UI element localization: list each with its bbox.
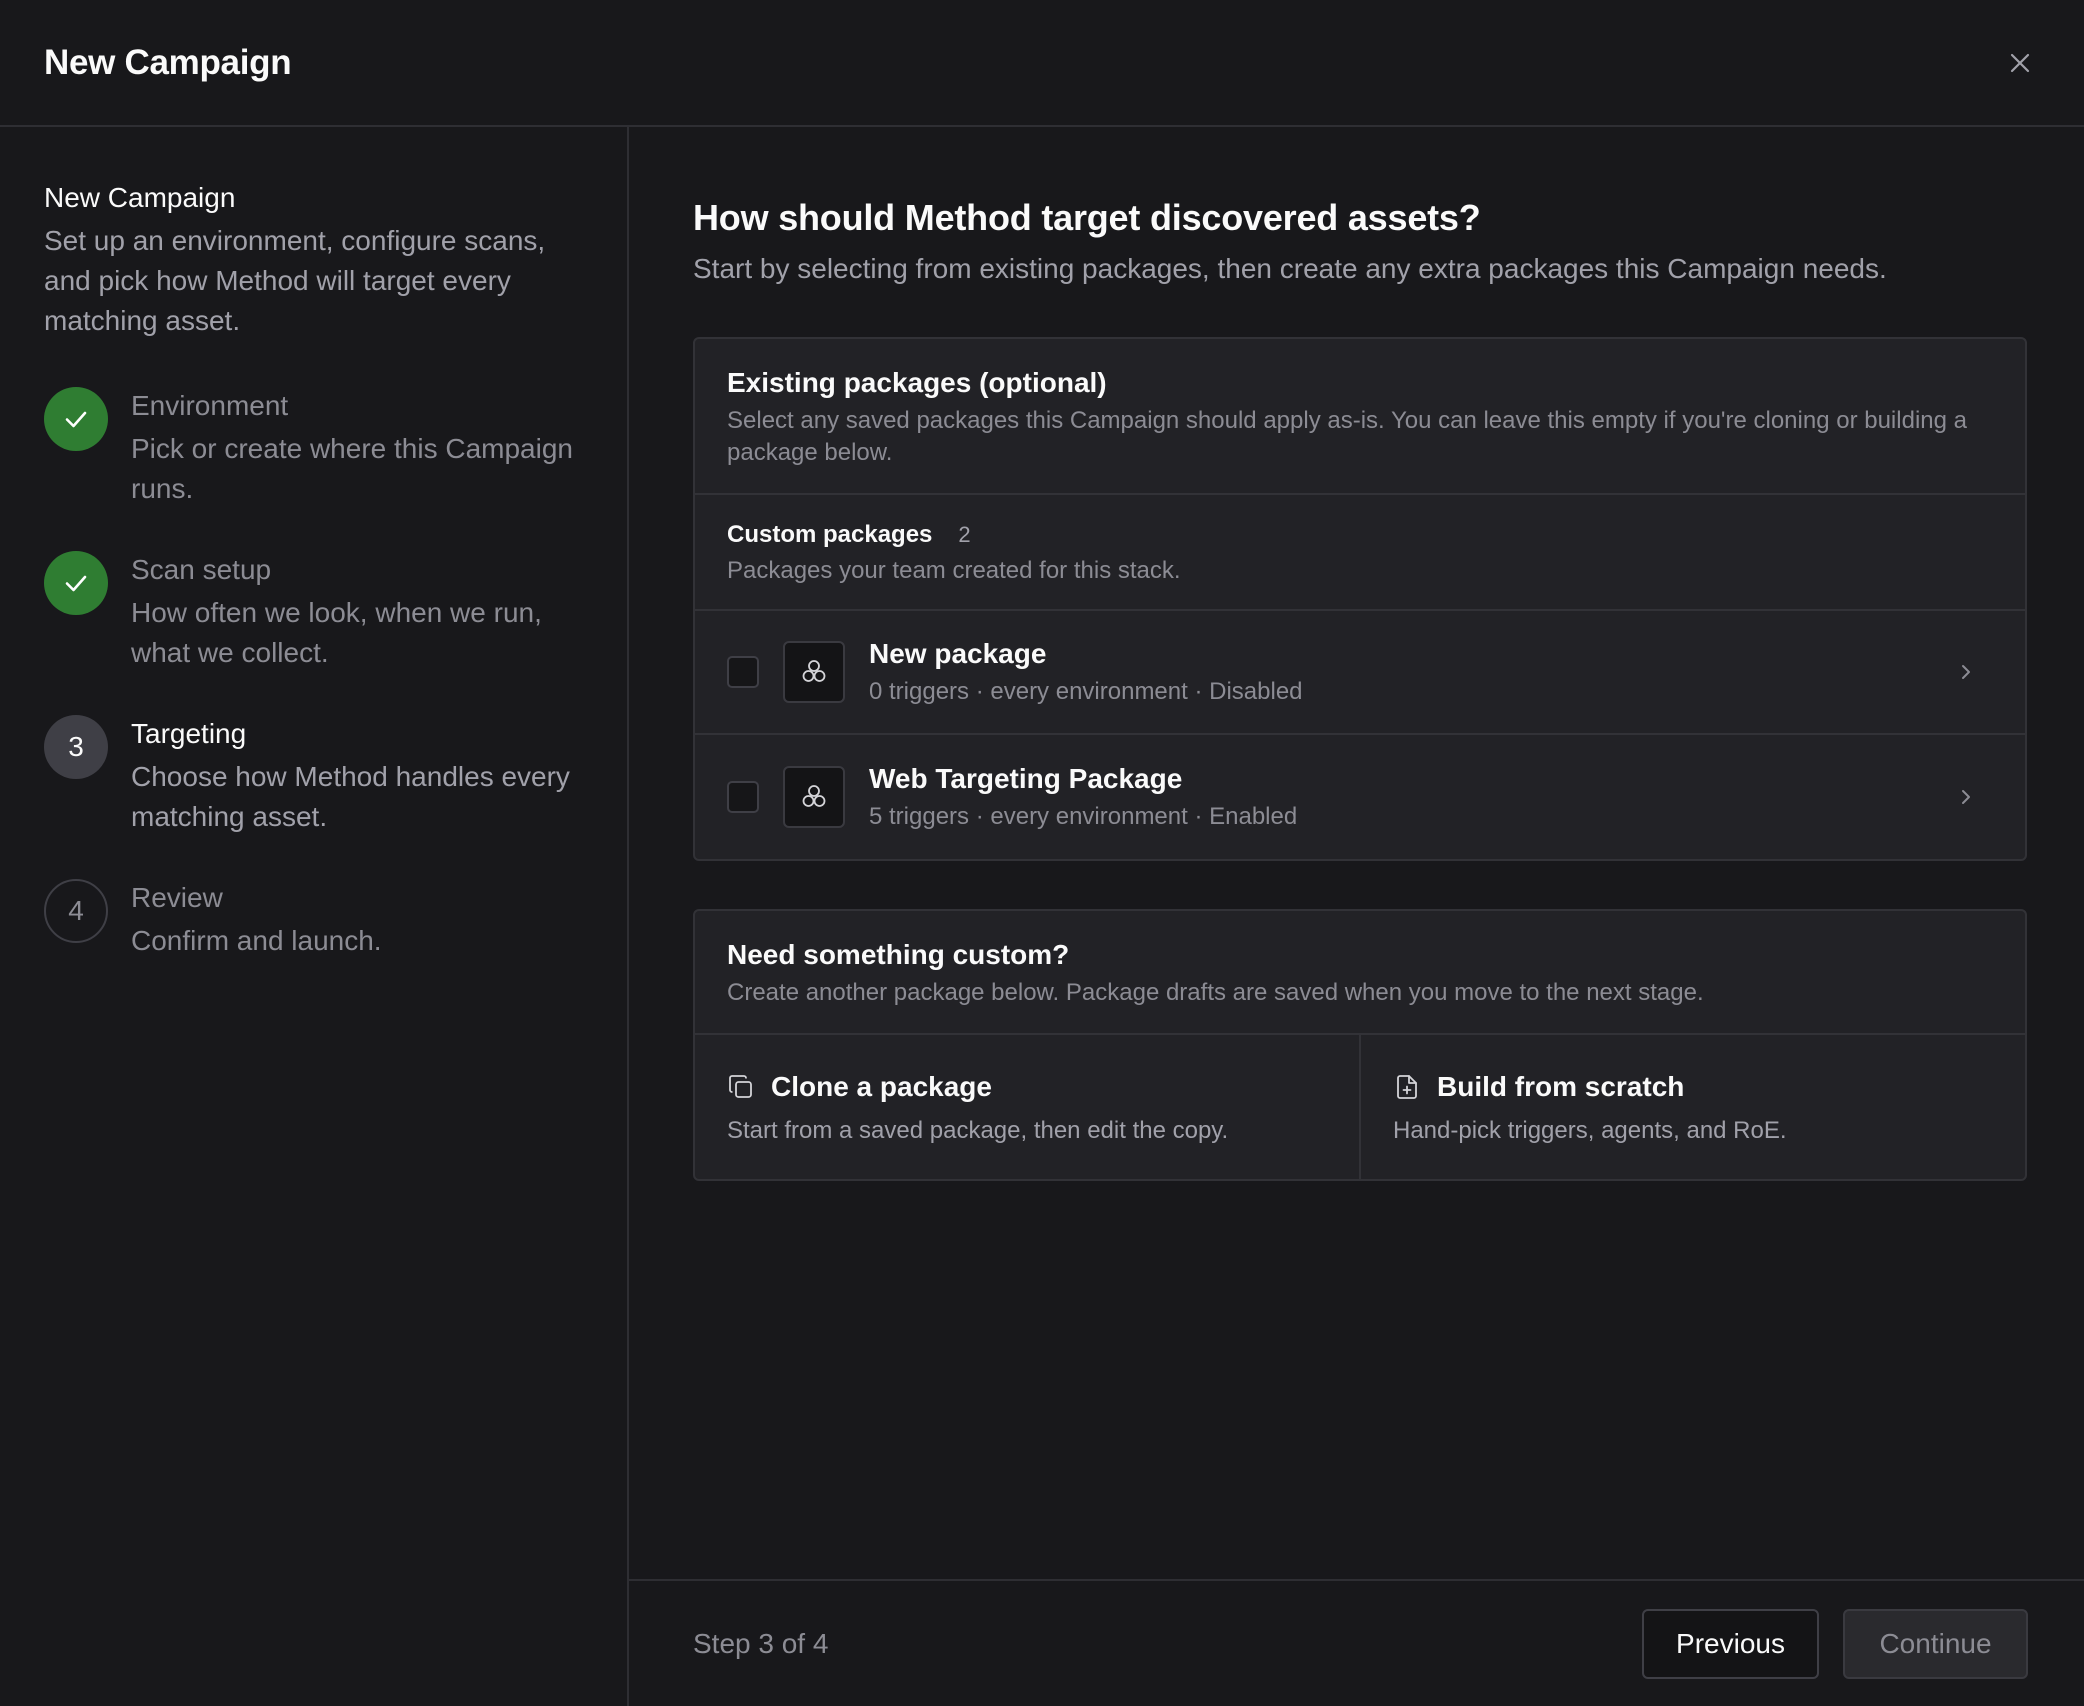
package-checkbox[interactable] xyxy=(727,656,759,688)
group-title-row: Custom packages 2 xyxy=(727,519,1993,551)
step-complete-marker xyxy=(44,551,108,615)
custom-package-card: Need something custom? Create another pa… xyxy=(693,909,2027,1181)
step-title: Environment xyxy=(131,390,289,421)
close-icon xyxy=(2010,53,2030,72)
step-description: Pick or create where this Campaign runs. xyxy=(131,433,573,504)
new-campaign-modal: New Campaign New Campaign Set up an envi… xyxy=(0,0,2084,1706)
page-title: How should Method target discovered asse… xyxy=(693,197,1481,238)
modal-header: New Campaign xyxy=(0,0,2084,127)
modal-body: New Campaign Set up an environment, conf… xyxy=(0,127,2084,1706)
option-title: Build from scratch xyxy=(1437,1071,1685,1102)
custom-package-header: Need something custom? Create another pa… xyxy=(695,911,2025,1035)
step-number-marker: 4 xyxy=(44,879,108,943)
step-text: Review Confirm and launch. xyxy=(131,879,601,961)
step-title: Targeting xyxy=(131,718,247,749)
sidebar-title: New Campaign xyxy=(44,182,236,213)
step-complete-marker xyxy=(44,387,108,451)
option-title-row: Build from scratch xyxy=(1393,1069,1993,1105)
package-icon-tile xyxy=(783,641,845,703)
package-name: Web Targeting Package xyxy=(869,763,1183,794)
page-subtitle: Start by selecting from existing package… xyxy=(693,253,1887,284)
sidebar-description: Set up an environment, configure scans, … xyxy=(44,225,546,336)
custom-package-description: Create another package below. Package dr… xyxy=(727,979,1704,1006)
package-text: Web Targeting Package 5 triggers · every… xyxy=(869,761,1951,833)
step-review[interactable]: 4 Review Confirm and launch. xyxy=(44,879,583,961)
existing-packages-title: Existing packages (optional) xyxy=(727,367,1107,398)
package-checkbox[interactable] xyxy=(727,781,759,813)
package-icon-tile xyxy=(783,766,845,828)
modal-title: New Campaign xyxy=(44,42,292,82)
chevron-right-icon[interactable] xyxy=(1951,782,1981,812)
step-list: Environment Pick or create where this Ca… xyxy=(44,387,583,961)
package-cluster-icon xyxy=(802,660,826,682)
package-cluster-icon xyxy=(802,785,826,807)
existing-packages-card: Existing packages (optional) Select any … xyxy=(693,337,2027,861)
file-plus-icon xyxy=(1397,1075,1417,1099)
chevron-right-icon[interactable] xyxy=(1951,657,1981,687)
step-scan-setup[interactable]: Scan setup How often we look, when we ru… xyxy=(44,551,583,673)
custom-package-options: Clone a package Start from a saved packa… xyxy=(695,1035,2025,1179)
step-targeting[interactable]: 3 Targeting Choose how Method handles ev… xyxy=(44,715,583,837)
build-from-scratch-option[interactable]: Build from scratch Hand-pick triggers, a… xyxy=(1359,1035,2025,1179)
group-title: Custom packages xyxy=(727,521,933,548)
step-text: Environment Pick or create where this Ca… xyxy=(131,387,601,509)
package-name: New package xyxy=(869,638,1047,669)
check-icon xyxy=(65,411,87,428)
copy-icon xyxy=(729,1075,752,1098)
existing-packages-header: Existing packages (optional) Select any … xyxy=(695,339,2025,495)
main-content: How should Method target discovered asse… xyxy=(629,127,2084,1181)
option-description: Start from a saved package, then edit th… xyxy=(727,1117,1229,1144)
existing-packages-description: Select any saved packages this Campaign … xyxy=(727,407,1967,466)
check-icon xyxy=(65,575,87,592)
custom-packages-group-header: Custom packages 2 Packages your team cre… xyxy=(695,495,2025,611)
step-title: Review xyxy=(131,882,223,913)
option-title: Clone a package xyxy=(771,1071,992,1102)
continue-button[interactable]: Continue xyxy=(1843,1608,2028,1679)
package-meta: 5 triggers · every environment · Enabled xyxy=(869,803,1298,830)
option-description: Hand-pick triggers, agents, and RoE. xyxy=(1393,1117,1787,1144)
footer-buttons: Previous Continue xyxy=(1642,1608,2028,1679)
step-description: Confirm and launch. xyxy=(131,925,382,956)
modal-footer: Step 3 of 4 Previous Continue xyxy=(629,1579,2084,1706)
main-panel: How should Method target discovered asse… xyxy=(629,127,2084,1706)
package-row-web-targeting[interactable]: Web Targeting Package 5 triggers · every… xyxy=(695,735,2025,859)
step-description: Choose how Method handles every matching… xyxy=(131,761,570,832)
previous-button[interactable]: Previous xyxy=(1642,1608,1819,1679)
step-description: How often we look, when we run, what we … xyxy=(131,597,542,668)
package-meta: 0 triggers · every environment · Disable… xyxy=(869,678,1303,705)
package-row-new-package[interactable]: New package 0 triggers · every environme… xyxy=(695,611,2025,735)
step-number-marker: 3 xyxy=(44,715,108,779)
step-environment[interactable]: Environment Pick or create where this Ca… xyxy=(44,387,583,509)
step-counter: Step 3 of 4 xyxy=(693,1627,829,1659)
step-text: Scan setup How often we look, when we ru… xyxy=(131,551,601,673)
package-text: New package 0 triggers · every environme… xyxy=(869,636,1951,708)
custom-package-title: Need something custom? xyxy=(727,939,1070,970)
group-count-badge: 2 xyxy=(958,522,971,547)
step-text: Targeting Choose how Method handles ever… xyxy=(131,715,601,837)
close-button[interactable] xyxy=(1998,41,2042,85)
option-title-row: Clone a package xyxy=(727,1069,1327,1105)
stepper-sidebar: New Campaign Set up an environment, conf… xyxy=(0,127,629,1706)
group-description: Packages your team created for this stac… xyxy=(727,557,1181,584)
clone-package-option[interactable]: Clone a package Start from a saved packa… xyxy=(695,1035,1359,1179)
step-title: Scan setup xyxy=(131,554,272,585)
